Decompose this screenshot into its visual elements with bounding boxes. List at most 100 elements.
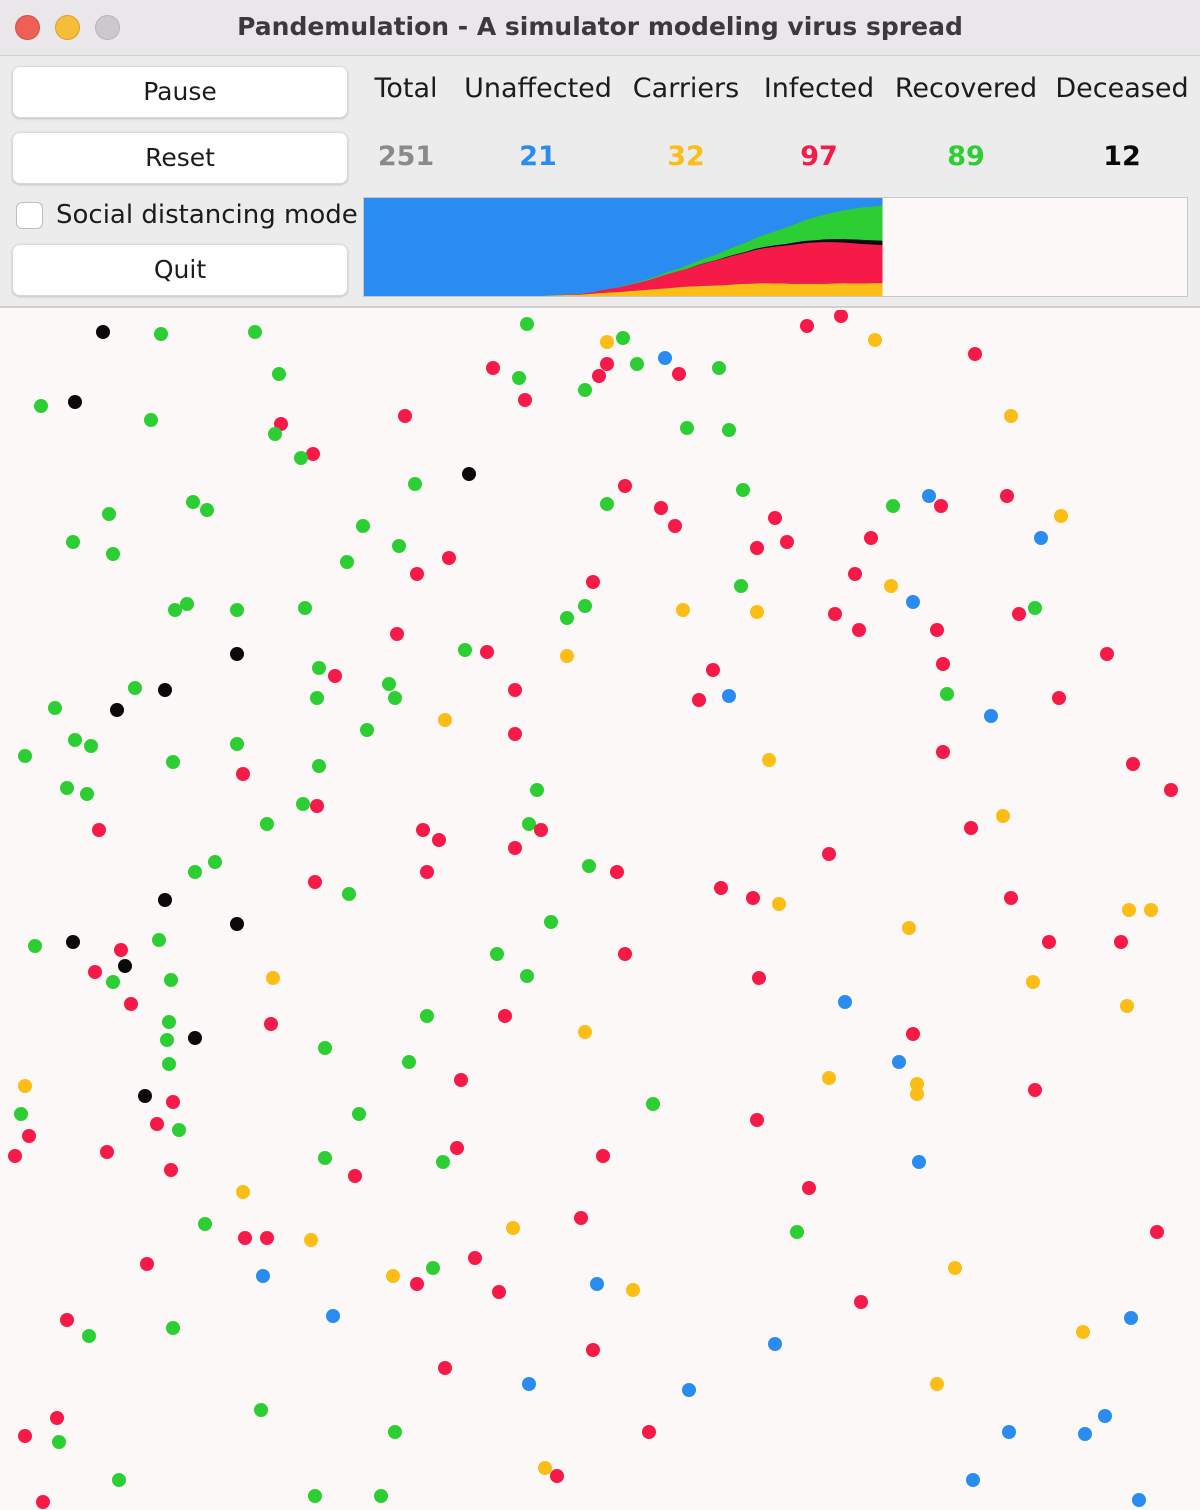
person-unaffected [1078, 1427, 1092, 1441]
stat-value-recovered: 89 [947, 141, 985, 172]
person-infected [746, 891, 760, 905]
person-infected [238, 1231, 252, 1245]
person-infected [618, 947, 632, 961]
person-recovered [254, 1403, 268, 1417]
person-recovered [734, 579, 748, 593]
person-recovered [34, 399, 48, 413]
person-recovered [18, 749, 32, 763]
person-carrier [538, 1461, 552, 1475]
person-unaffected [984, 709, 998, 723]
person-unaffected [1132, 1493, 1146, 1507]
pause-button[interactable]: Pause [12, 66, 348, 118]
person-recovered [560, 611, 574, 625]
quit-button[interactable]: Quit [12, 244, 348, 296]
person-infected [586, 575, 600, 589]
person-infected [36, 1495, 50, 1509]
person-infected [1028, 1083, 1042, 1097]
person-infected [906, 1027, 920, 1041]
person-infected [416, 823, 430, 837]
person-recovered [200, 503, 214, 517]
person-recovered [208, 855, 222, 869]
person-recovered [382, 677, 396, 691]
person-infected [1114, 935, 1128, 949]
stat-label-total: Total [374, 73, 438, 104]
person-infected [150, 1117, 164, 1131]
person-recovered [172, 1123, 186, 1137]
person-recovered [436, 1155, 450, 1169]
stat-value-deceased: 12 [1103, 141, 1141, 172]
person-carrier [578, 1025, 592, 1039]
person-infected [480, 645, 494, 659]
person-recovered [790, 1225, 804, 1239]
person-infected [672, 367, 686, 381]
person-recovered [52, 1435, 66, 1449]
person-infected [610, 865, 624, 879]
person-deceased [158, 683, 172, 697]
person-unaffected [522, 1377, 536, 1391]
person-infected [100, 1145, 114, 1159]
person-infected [492, 1285, 506, 1299]
person-recovered [578, 383, 592, 397]
person-recovered [940, 687, 954, 701]
person-infected [550, 1469, 564, 1483]
person-recovered [520, 969, 534, 983]
reset-button[interactable]: Reset [12, 132, 348, 184]
person-recovered [680, 421, 694, 435]
person-infected [848, 567, 862, 581]
person-unaffected [1034, 531, 1048, 545]
person-infected [934, 499, 948, 513]
person-infected [596, 1149, 610, 1163]
person-infected [822, 847, 836, 861]
person-recovered [318, 1151, 332, 1165]
person-infected [750, 1113, 764, 1127]
person-recovered [630, 357, 644, 371]
simulation-canvas [8, 309, 1178, 1509]
person-recovered [722, 423, 736, 437]
person-infected [310, 799, 324, 813]
person-recovered [60, 781, 74, 795]
person-recovered [102, 507, 116, 521]
control-panel: Pause Reset Social distancing mode Quit … [0, 56, 1200, 308]
person-unaffected [326, 1309, 340, 1323]
person-carrier [266, 971, 280, 985]
person-infected [8, 1149, 22, 1163]
stat-label-deceased: Deceased [1055, 73, 1189, 104]
stat-label-unaffected: Unaffected [464, 73, 612, 104]
app-window: Pandemulation - A simulator modeling vir… [0, 0, 1200, 1510]
person-recovered [490, 947, 504, 961]
social-distancing-checkbox[interactable] [16, 202, 43, 229]
person-carrier [750, 605, 764, 619]
person-recovered [162, 1057, 176, 1071]
person-infected [60, 1313, 74, 1327]
person-infected [236, 767, 250, 781]
person-infected [752, 971, 766, 985]
person-unaffected [722, 689, 736, 703]
person-recovered [230, 603, 244, 617]
person-carrier [948, 1261, 962, 1275]
person-infected [964, 821, 978, 835]
person-infected [92, 823, 106, 837]
person-infected [140, 1257, 154, 1271]
person-deceased [68, 395, 82, 409]
person-infected [642, 1425, 656, 1439]
stat-label-carriers: Carriers [632, 73, 740, 104]
person-infected [936, 657, 950, 671]
person-carrier [386, 1269, 400, 1283]
person-carrier [996, 809, 1010, 823]
person-infected [410, 567, 424, 581]
person-recovered [188, 865, 202, 879]
person-infected [936, 745, 950, 759]
person-infected [654, 501, 668, 515]
person-recovered [458, 643, 472, 657]
person-infected [398, 409, 412, 423]
social-distancing-toggle[interactable]: Social distancing mode [16, 200, 358, 232]
person-deceased [138, 1089, 152, 1103]
person-recovered [392, 539, 406, 553]
person-carrier [676, 603, 690, 617]
title-bar: Pandemulation - A simulator modeling vir… [0, 0, 1200, 56]
person-infected [828, 607, 842, 621]
person-deceased [158, 893, 172, 907]
person-infected [468, 1251, 482, 1265]
person-carrier [884, 579, 898, 593]
person-carrier [1144, 903, 1158, 917]
